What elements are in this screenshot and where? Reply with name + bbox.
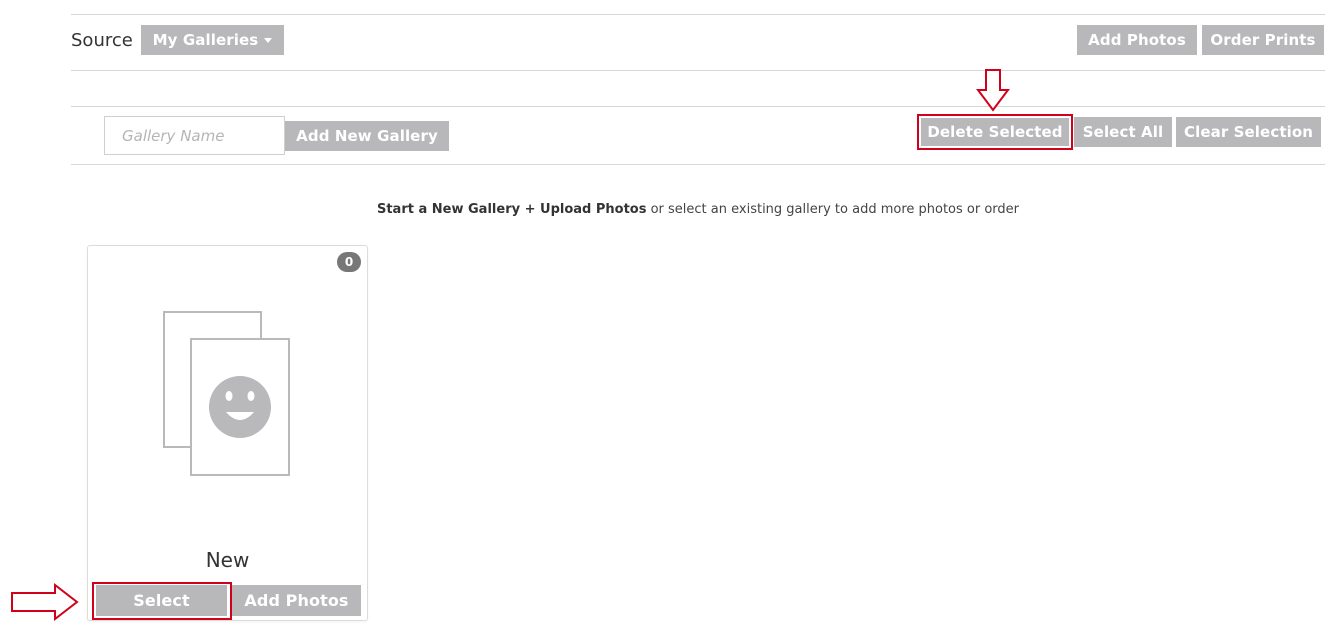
- my-galleries-dropdown[interactable]: My Galleries: [141, 25, 284, 55]
- divider: [71, 106, 1325, 107]
- add-new-gallery-button[interactable]: Add New Gallery: [285, 121, 449, 151]
- top-divider: [71, 14, 1325, 15]
- gallery-name-input[interactable]: [104, 116, 285, 155]
- select-all-button[interactable]: Select All: [1074, 117, 1172, 147]
- clear-selection-button[interactable]: Clear Selection: [1176, 117, 1321, 147]
- down-arrow-icon: [976, 69, 1010, 112]
- divider: [71, 164, 1325, 165]
- right-arrow-icon: [11, 583, 79, 621]
- gallery-add-photos-button[interactable]: Add Photos: [232, 585, 361, 616]
- photo-count-badge: 0: [337, 252, 361, 272]
- order-prints-button[interactable]: Order Prints: [1202, 25, 1324, 55]
- my-galleries-label: My Galleries: [152, 31, 259, 49]
- gallery-title: New: [205, 548, 250, 572]
- source-label: Source: [71, 30, 133, 51]
- chevron-down-icon: [264, 37, 273, 43]
- select-gallery-button[interactable]: Select: [96, 585, 227, 616]
- photo-stack-smiley-icon: [163, 311, 290, 476]
- divider: [71, 70, 1325, 71]
- instruction-bold: Start a New Gallery + Upload Photos: [376, 202, 647, 217]
- add-photos-button[interactable]: Add Photos: [1077, 25, 1197, 55]
- instruction-text: Start a New Gallery + Upload Photos or s…: [0, 202, 1339, 217]
- instruction-rest: or select an existing gallery to add mor…: [646, 202, 1020, 217]
- delete-selected-button[interactable]: Delete Selected: [921, 118, 1069, 146]
